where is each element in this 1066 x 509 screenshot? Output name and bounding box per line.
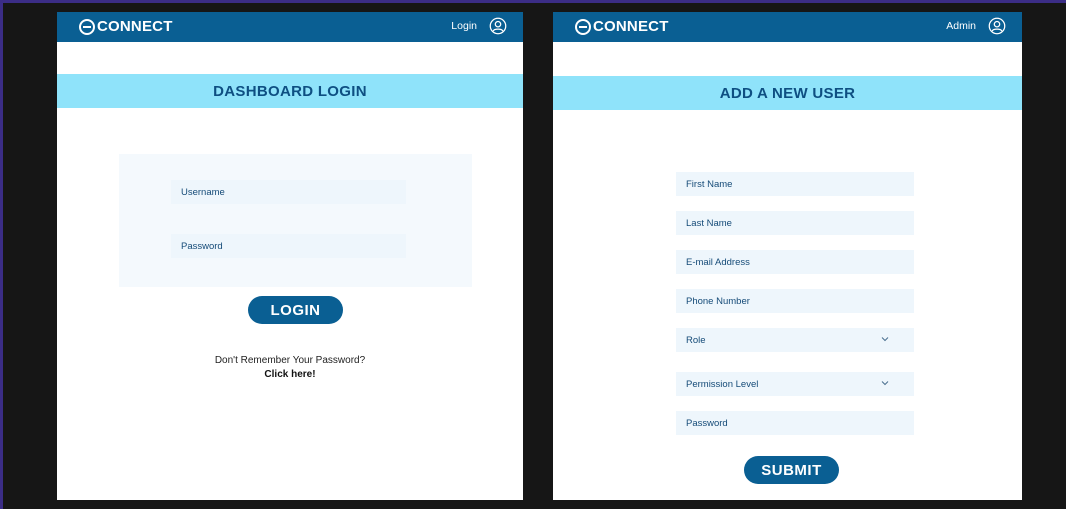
- navbar: CONNECT Admin: [553, 12, 1022, 42]
- page-title: DASHBOARD LOGIN: [57, 74, 523, 108]
- brand-logo[interactable]: CONNECT: [79, 18, 173, 35]
- frame-edge: [0, 0, 3, 509]
- password-field[interactable]: Password: [171, 234, 406, 258]
- password-field[interactable]: Password: [676, 411, 914, 435]
- first-name-field[interactable]: First Name: [676, 172, 914, 196]
- submit-button[interactable]: SUBMIT: [744, 456, 839, 484]
- login-screen: CONNECT Login DASHBOARD LOGIN Username P…: [57, 12, 523, 500]
- frame-edge: [0, 0, 1066, 3]
- logo-mark-icon: [575, 18, 591, 35]
- nav-account: Admin: [946, 17, 1006, 35]
- last-name-field[interactable]: Last Name: [676, 211, 914, 235]
- brand-logo[interactable]: CONNECT: [575, 18, 669, 35]
- permission-level-select[interactable]: Permission Level: [676, 372, 914, 396]
- forgot-password-link[interactable]: Click here!: [57, 369, 523, 380]
- nav-admin-label[interactable]: Admin: [946, 20, 976, 32]
- logo-mark-icon: [79, 18, 95, 35]
- page-title: ADD A NEW USER: [553, 76, 1022, 110]
- chevron-down-icon: [881, 381, 889, 386]
- login-button[interactable]: LOGIN: [248, 296, 343, 324]
- role-select-label: Role: [686, 334, 706, 346]
- user-circle-icon[interactable]: [489, 17, 507, 35]
- username-field[interactable]: Username: [171, 180, 406, 204]
- add-user-screen: CONNECT Admin ADD A NEW USER First Name …: [553, 12, 1022, 500]
- chevron-down-icon: [881, 337, 889, 342]
- forgot-password-prompt: Don't Remember Your Password?: [214, 355, 366, 366]
- logo-text: CONNECT: [97, 18, 173, 35]
- email-field[interactable]: E-mail Address: [676, 250, 914, 274]
- user-circle-icon[interactable]: [988, 17, 1006, 35]
- phone-field[interactable]: Phone Number: [676, 289, 914, 313]
- login-form: Username Password: [119, 154, 472, 287]
- nav-account: Login: [451, 17, 507, 35]
- nav-login-link[interactable]: Login: [451, 20, 477, 32]
- permission-level-label: Permission Level: [686, 378, 759, 390]
- navbar: CONNECT Login: [57, 12, 523, 42]
- role-select[interactable]: Role: [676, 328, 914, 352]
- logo-text: CONNECT: [593, 18, 669, 35]
